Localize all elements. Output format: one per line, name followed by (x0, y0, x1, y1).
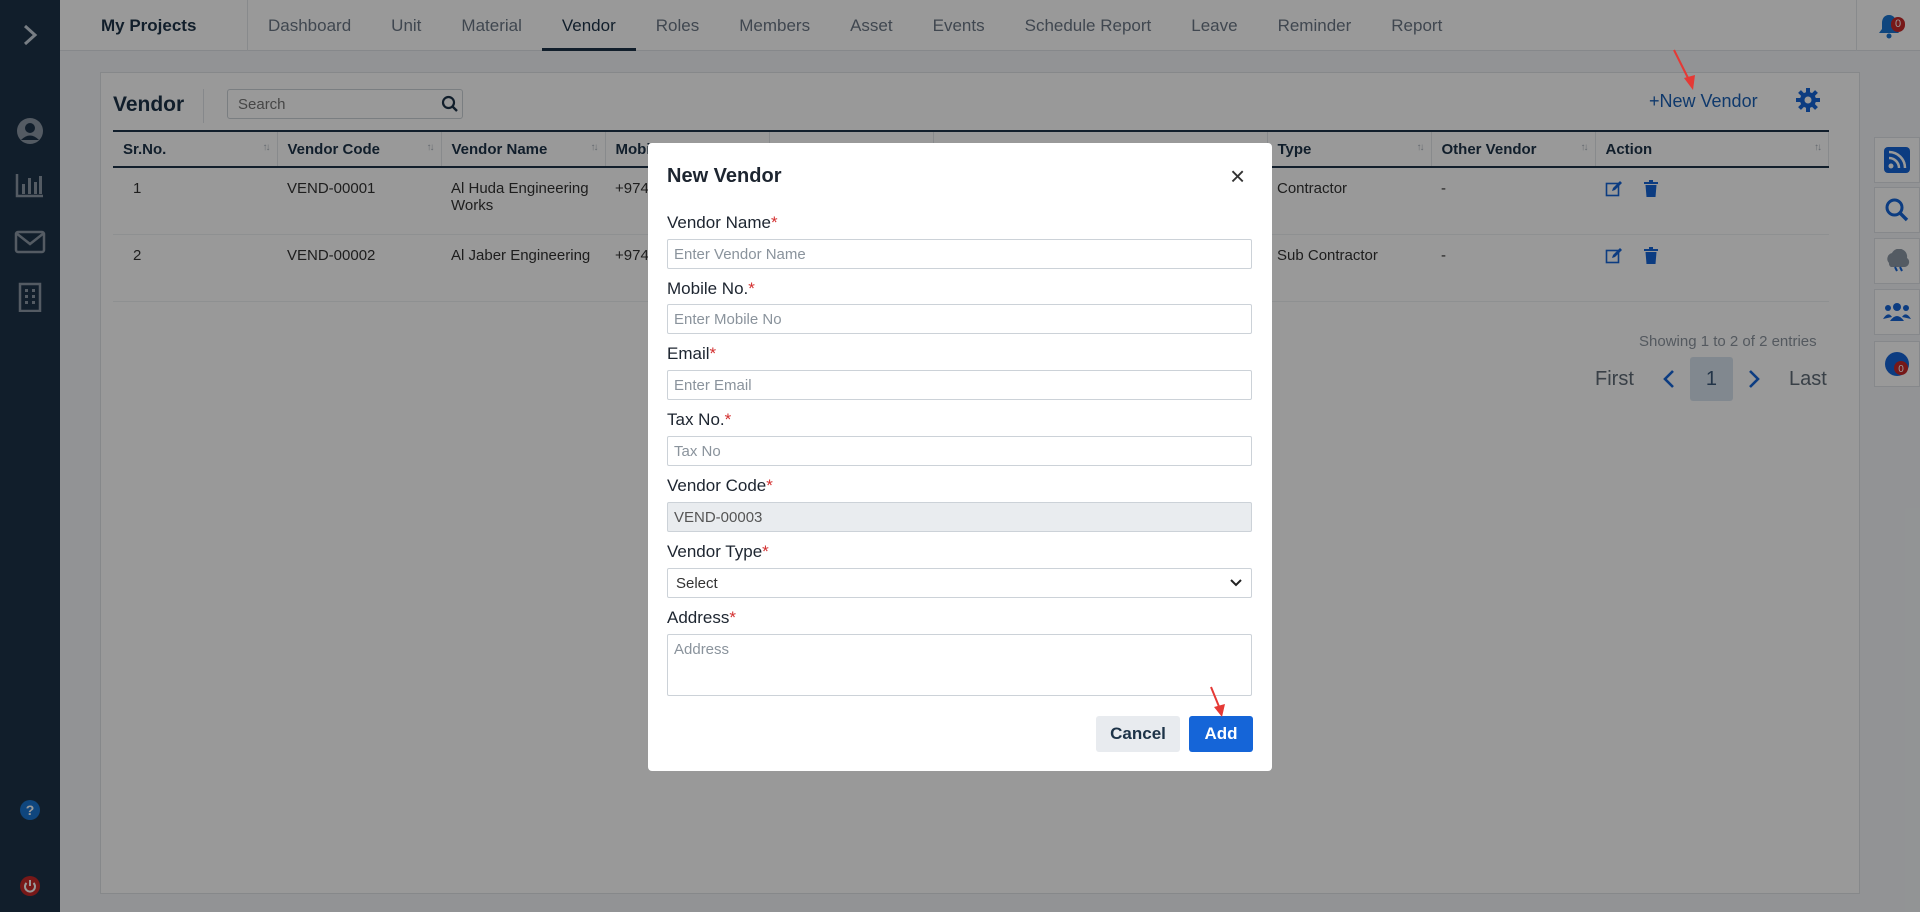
field-label-text: Email (667, 344, 710, 363)
vendor-name-label: Vendor Name* (667, 213, 778, 233)
vendor-type-selected: Select (676, 574, 718, 592)
field-label-text: Vendor Code (667, 476, 767, 495)
field-label-text: Tax No. (667, 410, 725, 429)
add-button[interactable]: Add (1189, 716, 1253, 752)
email-input[interactable] (667, 370, 1252, 400)
email-label: Email* (667, 344, 716, 364)
annotation-arrow-icon (1673, 49, 1695, 90)
vendor-code-input[interactable] (667, 502, 1252, 532)
vendor-type-label: Vendor Type* (667, 542, 769, 562)
tax-label: Tax No.* (667, 410, 731, 430)
address-label: Address* (667, 608, 736, 628)
close-icon[interactable]: × (1230, 163, 1245, 189)
field-label-text: Vendor Type (667, 542, 763, 561)
required-mark: * (709, 344, 717, 363)
address-textarea[interactable] (667, 634, 1252, 696)
field-label-text: Mobile No. (667, 279, 749, 298)
required-mark: * (724, 410, 732, 429)
cancel-button[interactable]: Cancel (1096, 716, 1180, 752)
new-vendor-modal: New Vendor × Vendor Name* Mobile No.* Em… (648, 143, 1272, 771)
modal-title: New Vendor (667, 165, 782, 187)
required-mark: * (762, 542, 769, 561)
required-mark: * (770, 213, 778, 232)
required-mark: * (766, 476, 773, 495)
chevron-down-icon (1229, 575, 1243, 595)
required-mark: * (729, 608, 736, 627)
tax-input[interactable] (667, 436, 1252, 466)
field-label-text: Address (667, 608, 730, 627)
vendor-type-select[interactable]: Select (667, 568, 1252, 598)
mobile-label: Mobile No.* (667, 279, 755, 299)
vendor-name-input[interactable] (667, 239, 1252, 269)
annotation-arrow-icon (1210, 686, 1225, 717)
vendor-code-label: Vendor Code* (667, 476, 773, 496)
required-mark: * (748, 279, 755, 298)
mobile-input[interactable] (667, 304, 1252, 334)
field-label-text: Vendor Name (667, 213, 771, 232)
